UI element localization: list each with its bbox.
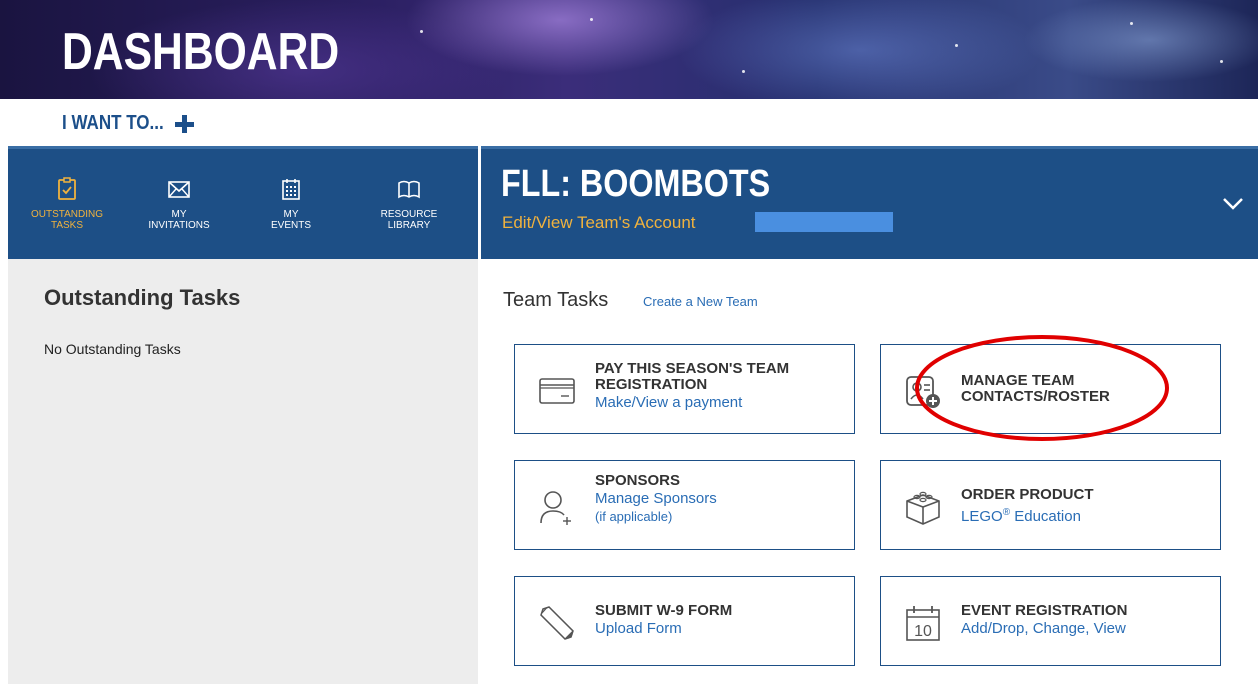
outstanding-tasks-empty: No Outstanding Tasks [44, 341, 181, 357]
outstanding-tasks-title: Outstanding Tasks [44, 285, 241, 310]
i-want-to-label: I WANT TO... [62, 112, 164, 134]
team-tasks-title: Team Tasks [503, 289, 609, 311]
card-title: SUBMIT W-9 FORM [595, 602, 733, 619]
edit-team-account-link[interactable]: Edit/View Team's Account [502, 213, 696, 233]
nav-my-invitations[interactable]: MY INVITATIONS [124, 149, 234, 259]
registered-mark: ® [1002, 507, 1011, 518]
pen-icon [540, 606, 574, 640]
lego-text: LEGO [961, 508, 1003, 525]
lego-brick-icon [906, 491, 940, 525]
roster-contacts-icon [906, 376, 940, 408]
nav-resource-library[interactable]: RESOURCE LIBRARY [354, 149, 464, 259]
submit-w9-card[interactable]: SUBMIT W-9 FORM Upload Form [514, 576, 855, 666]
book-icon [398, 180, 420, 199]
card-subtitle: Make/View a payment [595, 394, 743, 411]
checklist-icon [58, 177, 76, 200]
card-subtitle: Upload Form [595, 620, 682, 637]
education-text: Education [1010, 508, 1081, 525]
chevron-down-icon[interactable] [1222, 197, 1244, 211]
i-want-to-menu[interactable]: I WANT TO... [62, 112, 194, 135]
envelope-icon [168, 181, 190, 198]
nav-my-events[interactable]: MY EVENTS [236, 149, 346, 259]
calendar-icon [282, 179, 300, 200]
add-person-icon [540, 491, 571, 525]
card-subtitle: Add/Drop, Change, View [961, 620, 1126, 637]
dashboard-banner: DASHBOARD [0, 0, 1258, 99]
card-title: MANAGE TEAM CONTACTS/ROSTER [961, 372, 1110, 405]
redacted-text [755, 212, 893, 232]
nav-label: RESOURCE LIBRARY [380, 209, 438, 231]
manage-roster-card[interactable]: MANAGE TEAM CONTACTS/ROSTER [880, 344, 1221, 434]
nav-label: MY EVENTS [270, 209, 311, 231]
calendar-10-icon: 10 [906, 606, 940, 641]
page-title: DASHBOARD [62, 23, 340, 81]
card-title: PAY THIS SEASON'S TEAM REGISTRATION [595, 360, 790, 393]
sponsors-card[interactable]: SPONSORS Manage Sponsors (if applicable) [514, 460, 855, 550]
plus-icon [174, 114, 194, 134]
team-name: FLL: BOOMBOTS [501, 163, 771, 205]
card-note: (if applicable) [595, 509, 673, 524]
team-header: FLL: BOOMBOTS Edit/View Team's Account [481, 146, 1258, 259]
card-title: EVENT REGISTRATION [961, 602, 1128, 619]
outstanding-tasks-panel: Outstanding Tasks No Outstanding Tasks [8, 259, 478, 684]
svg-text:10: 10 [914, 623, 932, 640]
card-title: ORDER PRODUCT [961, 486, 1094, 503]
payment-card-icon [539, 378, 575, 404]
dashboard-nav: OUTSTANDING TASKS MY INVITATIONS MY EVEN… [8, 146, 478, 259]
event-registration-card[interactable]: 10 EVENT REGISTRATION Add/Drop, Change, … [880, 576, 1221, 666]
order-product-card[interactable]: ORDER PRODUCT LEGO® Education [880, 460, 1221, 550]
pay-registration-card[interactable]: PAY THIS SEASON'S TEAM REGISTRATION Make… [514, 344, 855, 434]
card-subtitle: Manage Sponsors [595, 490, 717, 507]
nav-outstanding-tasks[interactable]: OUTSTANDING TASKS [12, 149, 122, 259]
nav-label: OUTSTANDING TASKS [30, 209, 104, 231]
nav-label: MY INVITATIONS [148, 209, 210, 231]
card-title: SPONSORS [595, 472, 681, 489]
team-tasks-panel: Team Tasks Create a New Team PAY THIS SE… [481, 259, 1258, 684]
create-new-team-link[interactable]: Create a New Team [643, 294, 758, 309]
card-subtitle: LEGO® Education [961, 503, 1210, 526]
